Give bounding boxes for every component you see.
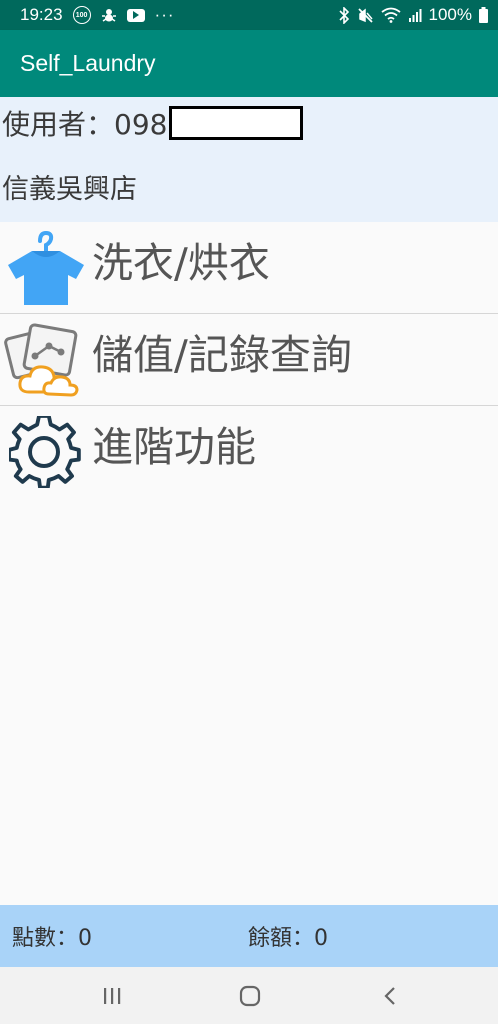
menu-label-wash-dry: 洗衣/烘衣 — [92, 238, 270, 287]
menu-label-topup-history: 儲值/記錄查詢 — [92, 330, 352, 379]
battery-icon — [479, 7, 488, 23]
user-info-panel: 使用者：098 信義吳興店 — [0, 97, 498, 222]
balance-value: 餘額：0 — [248, 926, 328, 951]
points-value: 點數：0 — [12, 926, 92, 951]
app-title: Self_Laundry — [20, 50, 156, 76]
youtube-icon — [126, 8, 145, 22]
tshirt-hanger-icon — [0, 222, 90, 314]
menu-item-advanced[interactable]: 進階功能 — [0, 406, 498, 498]
balance-bar: 點數：0 餘額：0 — [0, 905, 498, 967]
status-time: 19:23 — [20, 5, 63, 24]
wifi-icon — [380, 7, 401, 23]
signal-icon — [408, 8, 422, 22]
user-label: 使用者：098 — [2, 108, 168, 141]
overflow-dots: ··· — [154, 5, 175, 24]
bluetooth-icon — [338, 6, 350, 24]
spider-icon — [101, 7, 117, 23]
system-nav-bar — [0, 967, 498, 1024]
back-icon[interactable] — [358, 967, 422, 1024]
mute-icon — [357, 7, 374, 24]
cards-cloud-icon — [0, 314, 90, 406]
store-name: 信義吳興店 — [2, 174, 137, 205]
battery-percent: 100% — [428, 5, 472, 24]
redacted-phone-box — [169, 106, 304, 140]
status-bar: 19:23 100 ··· 100% — [0, 0, 498, 30]
recent-apps-icon[interactable] — [80, 967, 144, 1024]
menu-label-advanced: 進階功能 — [92, 423, 256, 471]
menu-item-wash-dry[interactable]: 洗衣/烘衣 — [0, 222, 498, 314]
user-line: 使用者：098 — [2, 103, 304, 143]
home-icon[interactable] — [218, 967, 282, 1024]
gear-icon — [0, 406, 90, 498]
app-bar: Self_Laundry — [0, 30, 498, 97]
notification-100-icon: 100 — [72, 6, 91, 24]
menu-item-topup-history[interactable]: 儲值/記錄查詢 — [0, 314, 498, 406]
